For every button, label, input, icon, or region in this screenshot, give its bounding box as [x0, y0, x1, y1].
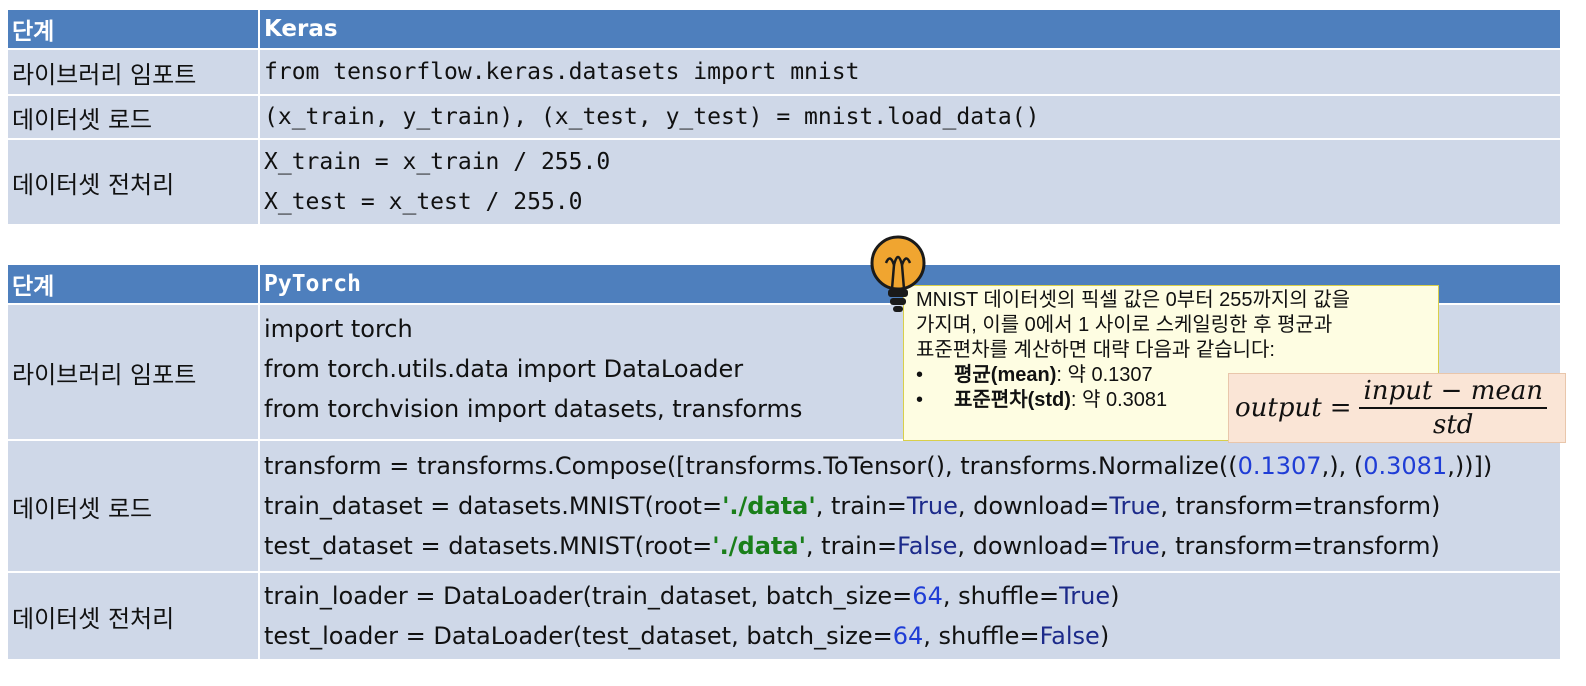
- code-text: ): [1110, 582, 1120, 610]
- formula-equals: =: [1329, 393, 1352, 423]
- keras-table: 단계 Keras 라이브러리 임포트 from tensorflow.keras…: [6, 8, 1562, 226]
- code-line: test_loader = DataLoader(test_dataset, b…: [264, 616, 1556, 656]
- keyword-literal: True: [1109, 492, 1161, 520]
- number-literal: 0.3081: [1363, 452, 1448, 480]
- code-text: test_loader = DataLoader(test_dataset, b…: [264, 622, 893, 650]
- code-cell: (x_train, y_train), (x_test, y_test) = m…: [258, 94, 1562, 140]
- number-literal: 0.1307: [1237, 452, 1322, 480]
- pytorch-header-stage: 단계: [6, 263, 260, 305]
- code-cell: transform = transforms.Compose([transfor…: [258, 439, 1562, 573]
- string-literal: './data': [712, 532, 806, 560]
- code-text: transform = transforms.Compose([transfor…: [264, 452, 1238, 480]
- stage-label: 데이터셋 로드: [6, 439, 260, 573]
- formula-denominator: std: [1433, 410, 1474, 440]
- code-text: , download=: [957, 492, 1110, 520]
- keyword-literal: True: [1059, 582, 1111, 610]
- code-text: , train=: [815, 492, 907, 520]
- number-literal: 64: [892, 622, 924, 650]
- tip-text-line: 가지며, 이를 0에서 1 사이로 스케일링한 후 평균과: [916, 314, 1333, 336]
- code-line: from tensorflow.keras.datasets import mn…: [264, 59, 860, 85]
- stage-label: 라이브러리 임포트: [6, 303, 260, 441]
- formula-numerator: input − mean: [1359, 375, 1547, 409]
- code-text: , download=: [957, 532, 1109, 560]
- code-text: ): [1099, 622, 1110, 650]
- code-text: , shuffle=: [923, 622, 1040, 650]
- stage-label: 데이터셋 로드: [6, 94, 260, 140]
- formula-lhs: output: [1235, 393, 1322, 423]
- stage-label: 데이터셋 전처리: [6, 138, 260, 226]
- code-text: , shuffle=: [942, 582, 1060, 610]
- code-line: X_train = x_train / 255.0: [264, 149, 611, 175]
- table-row: 데이터셋 로드 (x_train, y_train), (x_test, y_t…: [6, 94, 1562, 140]
- keyword-literal: False: [897, 532, 958, 560]
- stage-label: 데이터셋 전처리: [6, 571, 260, 661]
- bullet-value: : 약 0.1307: [1056, 364, 1153, 386]
- code-line: test_dataset = datasets.MNIST(root='./da…: [264, 526, 1556, 566]
- stage-label: 라이브러리 임포트: [6, 48, 260, 96]
- code-text: ,))]): [1447, 452, 1493, 480]
- code-line: train_loader = DataLoader(train_dataset,…: [264, 576, 1556, 616]
- code-line: transform = transforms.Compose([transfor…: [264, 446, 1556, 486]
- table-row: 데이터셋 전처리 train_loader = DataLoader(train…: [6, 571, 1562, 661]
- code-line: (x_train, y_train), (x_test, y_test) = m…: [264, 104, 1040, 130]
- table-row: 데이터셋 로드 transform = transforms.Compose([…: [6, 439, 1562, 573]
- table-row: 데이터셋 전처리 X_train = x_train / 255.0 X_tes…: [6, 138, 1562, 226]
- bullet-term: 표준편차(std): [954, 389, 1071, 411]
- tip-text-line: 표준편차를 계산하면 대략 다음과 같습니다:: [916, 339, 1275, 361]
- code-text: train_dataset = datasets.MNIST(root=: [264, 492, 723, 520]
- keyword-literal: True: [906, 492, 958, 520]
- keyword-literal: True: [1108, 532, 1160, 560]
- string-literal: './data': [722, 492, 816, 520]
- code-cell: from tensorflow.keras.datasets import mn…: [258, 48, 1562, 96]
- keras-header-stage: 단계: [6, 8, 260, 50]
- keras-header-row: 단계 Keras: [6, 8, 1562, 50]
- bullet-symbol: •: [916, 389, 924, 411]
- code-text: test_dataset = datasets.MNIST(root=: [264, 532, 713, 560]
- formula-fraction: input − mean std: [1359, 375, 1547, 441]
- code-text: , transform=transform): [1159, 532, 1440, 560]
- code-text: ,), (: [1321, 452, 1364, 480]
- tip-text-line: MNIST 데이터셋의 픽셀 값은 0부터 255까지의 값을: [916, 289, 1351, 311]
- code-cell: X_train = x_train / 255.0 X_test = x_tes…: [258, 138, 1562, 226]
- normalization-formula: output = input − mean std: [1228, 373, 1566, 443]
- lightbulb-icon: [870, 235, 926, 312]
- table-row: 라이브러리 임포트 from tensorflow.keras.datasets…: [6, 48, 1562, 96]
- code-text: , train=: [805, 532, 898, 560]
- code-line: X_test = x_test / 255.0: [264, 189, 583, 215]
- keras-header-framework: Keras: [258, 8, 1562, 50]
- keyword-literal: False: [1039, 622, 1100, 650]
- code-line: train_dataset = datasets.MNIST(root='./d…: [264, 486, 1556, 526]
- bullet-value: : 약 0.3081: [1070, 389, 1168, 411]
- bullet-term: 평균(mean): [954, 364, 1057, 386]
- number-literal: 64: [912, 582, 943, 610]
- bullet-symbol: •: [916, 364, 924, 386]
- code-text: train_loader = DataLoader(train_dataset,…: [264, 582, 913, 610]
- code-text: , transform=transform): [1160, 492, 1441, 520]
- code-cell: train_loader = DataLoader(train_dataset,…: [258, 571, 1562, 661]
